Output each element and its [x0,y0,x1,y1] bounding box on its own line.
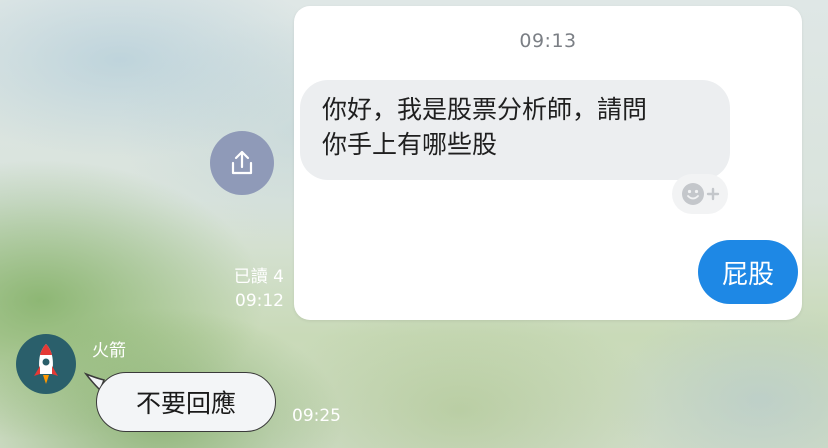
share-icon [231,150,253,175]
avatar[interactable] [16,334,76,394]
incoming-message-bubble[interactable]: 你好，我是股票分析師，請問 你手上有哪些股 [300,80,730,180]
emoji-add-icon [682,183,720,205]
incoming-message-text: 你好，我是股票分析師，請問 你手上有哪些股 [322,95,648,159]
rocket-icon [34,344,58,384]
sender-name: 火箭 [92,341,126,361]
outgoing-message-text: 屁股 [721,259,774,290]
read-timestamp: 09:12 [235,291,284,311]
reply-message-text: 不要回應 [135,389,236,418]
read-receipt: 已讀 4 [233,267,284,287]
message-preview-card: 09:13 你好，我是股票分析師，請問 你手上有哪些股 屁股 [294,6,802,320]
preview-timestamp: 09:13 [519,30,577,52]
reply-message-bubble[interactable]: 不要回應 [96,372,276,432]
share-button[interactable] [210,131,274,195]
outgoing-message-bubble[interactable]: 屁股 [698,240,798,304]
add-reaction-button[interactable] [672,174,728,214]
reply-timestamp: 09:25 [292,406,341,426]
